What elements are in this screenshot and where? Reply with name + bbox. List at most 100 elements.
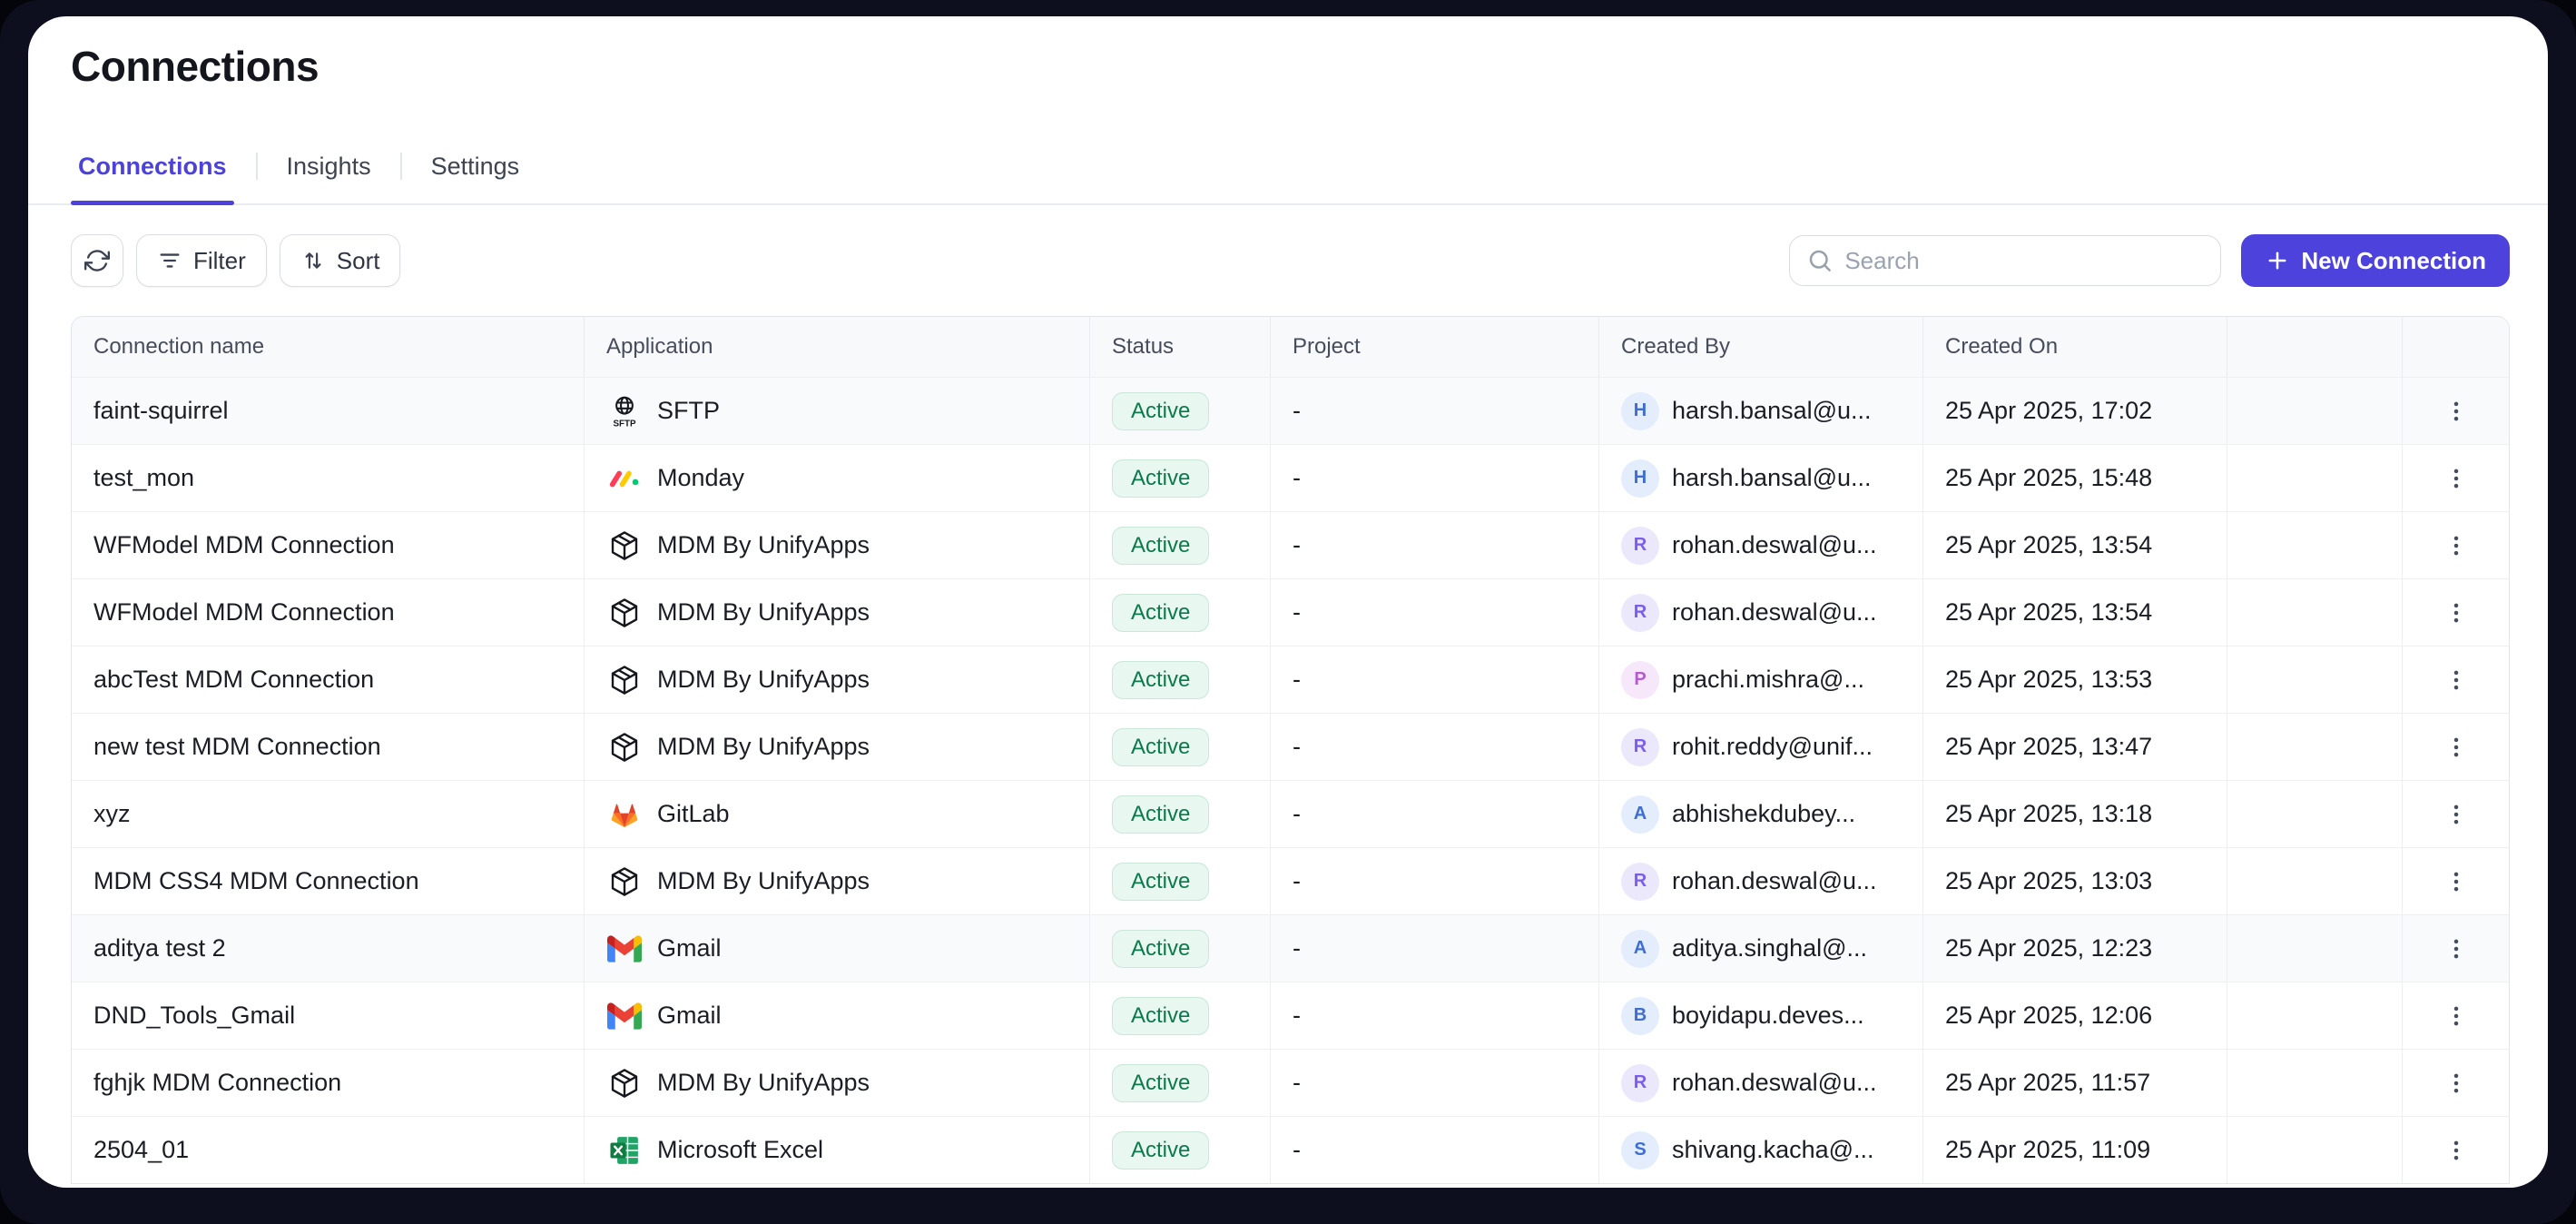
mdm-icon bbox=[606, 662, 643, 698]
monday-icon bbox=[606, 460, 643, 497]
row-menu-button[interactable] bbox=[2434, 1061, 2478, 1105]
connection-name: WFModel MDM Connection bbox=[72, 512, 585, 578]
table-row[interactable]: WFModel MDM Connection MDM By UnifyApps … bbox=[72, 578, 2509, 646]
created-on: 25 Apr 2025, 13:54 bbox=[1923, 512, 2227, 578]
more-vertical-icon bbox=[2443, 1070, 2470, 1097]
status-badge: Active bbox=[1112, 527, 1209, 565]
row-menu-button[interactable] bbox=[2434, 524, 2478, 568]
application-cell: MDM By UnifyApps bbox=[585, 579, 1090, 646]
tab-connections[interactable]: Connections bbox=[71, 151, 234, 203]
refresh-button[interactable] bbox=[71, 234, 123, 287]
row-menu-button[interactable] bbox=[2434, 793, 2478, 836]
table-row[interactable]: fghjk MDM Connection MDM By UnifyApps Ac… bbox=[72, 1049, 2509, 1116]
status-cell: Active bbox=[1090, 915, 1271, 982]
toolbar-left: Filter Sort bbox=[71, 234, 400, 287]
search-input[interactable] bbox=[1844, 247, 2204, 275]
more-vertical-icon bbox=[2443, 1137, 2470, 1164]
application-name: SFTP bbox=[657, 397, 720, 425]
created-by-cell: R rohan.deswal@u... bbox=[1599, 512, 1923, 578]
project-value: - bbox=[1271, 982, 1599, 1049]
status-cell: Active bbox=[1090, 848, 1271, 914]
row-menu-button[interactable] bbox=[2434, 994, 2478, 1038]
status-badge: Active bbox=[1112, 459, 1209, 498]
created-on: 25 Apr 2025, 13:47 bbox=[1923, 714, 2227, 780]
sort-button[interactable]: Sort bbox=[280, 234, 401, 287]
toolbar-right: New Connection bbox=[1789, 234, 2510, 287]
actions-cell bbox=[2403, 512, 2509, 578]
connection-name: MDM CSS4 MDM Connection bbox=[72, 848, 585, 914]
table-row[interactable]: faint-squirrel SFTP SFTP Active - H hars… bbox=[72, 377, 2509, 444]
project-value: - bbox=[1271, 512, 1599, 578]
table-row[interactable]: xyz GitLab Active - A abhishekdubey... 2… bbox=[72, 780, 2509, 847]
status-badge: Active bbox=[1112, 594, 1209, 632]
new-connection-button[interactable]: New Connection bbox=[2241, 234, 2510, 287]
table-row[interactable]: DND_Tools_Gmail Gmail Active - B boyidap… bbox=[72, 982, 2509, 1049]
project-value: - bbox=[1271, 378, 1599, 444]
created-by-cell: S shivang.kacha@... bbox=[1599, 1117, 1923, 1183]
column-header-empty bbox=[2227, 317, 2403, 377]
row-menu-button[interactable] bbox=[2434, 658, 2478, 702]
application-name: MDM By UnifyApps bbox=[657, 733, 870, 761]
created-by-email: prachi.mishra@... bbox=[1672, 666, 1864, 694]
table-row[interactable]: new test MDM Connection MDM By UnifyApps… bbox=[72, 713, 2509, 780]
spacer-cell bbox=[2227, 647, 2403, 713]
created-by-cell: H harsh.bansal@u... bbox=[1599, 378, 1923, 444]
connection-name: xyz bbox=[72, 781, 585, 847]
sort-button-label: Sort bbox=[337, 247, 380, 275]
status-badge: Active bbox=[1112, 795, 1209, 834]
filter-button[interactable]: Filter bbox=[136, 234, 267, 287]
table-row[interactable]: aditya test 2 Gmail Active - A aditya.si… bbox=[72, 914, 2509, 982]
mdm-icon bbox=[606, 528, 643, 564]
status-badge: Active bbox=[1112, 997, 1209, 1035]
created-by-email: aditya.singhal@... bbox=[1672, 934, 1867, 962]
status-cell: Active bbox=[1090, 1050, 1271, 1116]
spacer-cell bbox=[2227, 378, 2403, 444]
application-name: MDM By UnifyApps bbox=[657, 531, 870, 559]
table-row[interactable]: WFModel MDM Connection MDM By UnifyApps … bbox=[72, 511, 2509, 578]
created-by-email: rohan.deswal@u... bbox=[1672, 867, 1877, 895]
search-box bbox=[1789, 235, 2221, 286]
column-header-actions bbox=[2403, 317, 2509, 377]
status-badge: Active bbox=[1112, 930, 1209, 968]
created-by-cell: A aditya.singhal@... bbox=[1599, 915, 1923, 982]
row-menu-button[interactable] bbox=[2434, 860, 2478, 903]
more-vertical-icon bbox=[2443, 465, 2470, 492]
row-menu-button[interactable] bbox=[2434, 726, 2478, 769]
spacer-cell bbox=[2227, 445, 2403, 511]
spacer-cell bbox=[2227, 781, 2403, 847]
tab-insights[interactable]: Insights bbox=[280, 151, 379, 203]
row-menu-button[interactable] bbox=[2434, 457, 2478, 500]
application-cell: MDM By UnifyApps bbox=[585, 848, 1090, 914]
actions-cell bbox=[2403, 1050, 2509, 1116]
table-row[interactable]: test_mon Monday Active - H harsh.bansal@… bbox=[72, 444, 2509, 511]
connection-name: WFModel MDM Connection bbox=[72, 579, 585, 646]
application-cell: MDM By UnifyApps bbox=[585, 512, 1090, 578]
mdm-icon bbox=[606, 864, 643, 900]
created-by-cell: H harsh.bansal@u... bbox=[1599, 445, 1923, 511]
actions-cell bbox=[2403, 714, 2509, 780]
page-title: Connections bbox=[71, 40, 2510, 93]
table-body: faint-squirrel SFTP SFTP Active - H hars… bbox=[72, 377, 2509, 1183]
row-menu-button[interactable] bbox=[2434, 390, 2478, 433]
application-name: Gmail bbox=[657, 1002, 722, 1030]
application-cell: Gmail bbox=[585, 982, 1090, 1049]
application-cell: GitLab bbox=[585, 781, 1090, 847]
table-row[interactable]: MDM CSS4 MDM Connection MDM By UnifyApps… bbox=[72, 847, 2509, 914]
application-cell: Gmail bbox=[585, 915, 1090, 982]
plus-icon bbox=[2265, 248, 2290, 273]
created-by-email: harsh.bansal@u... bbox=[1672, 464, 1872, 492]
row-menu-button[interactable] bbox=[2434, 1129, 2478, 1172]
row-menu-button[interactable] bbox=[2434, 927, 2478, 971]
avatar: H bbox=[1621, 459, 1659, 498]
table-row[interactable]: abcTest MDM Connection MDM By UnifyApps … bbox=[72, 646, 2509, 713]
tab-settings[interactable]: Settings bbox=[424, 151, 527, 203]
table-row[interactable]: 2504_01 Microsoft Excel Active - S shiva… bbox=[72, 1116, 2509, 1183]
avatar: R bbox=[1621, 594, 1659, 632]
gitlab-icon bbox=[606, 796, 643, 833]
connection-name: 2504_01 bbox=[72, 1117, 585, 1183]
created-by-email: rohit.reddy@unif... bbox=[1672, 733, 1873, 761]
project-value: - bbox=[1271, 445, 1599, 511]
status-badge: Active bbox=[1112, 661, 1209, 699]
row-menu-button[interactable] bbox=[2434, 591, 2478, 635]
sftp-icon: SFTP bbox=[606, 393, 643, 429]
